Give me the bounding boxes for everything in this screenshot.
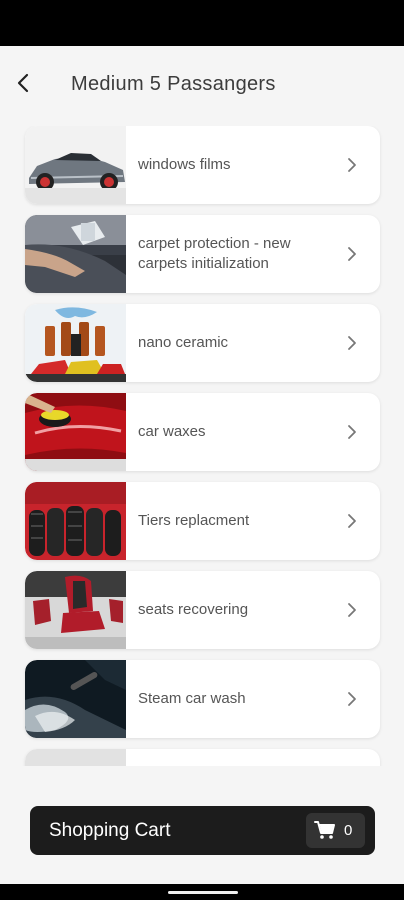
partially-visible-photo: [25, 749, 126, 766]
cart-count-badge[interactable]: 0: [306, 813, 365, 848]
steam-wash-photo: [25, 660, 126, 738]
chevron-right-icon: [342, 333, 362, 353]
service-item-carpet-protection[interactable]: carpet protection - new carpets initiali…: [25, 215, 380, 293]
page-title: Medium 5 Passangers: [71, 73, 276, 95]
carpet-treatment-photo: [25, 215, 126, 293]
service-item-tiers-replacment[interactable]: Tiers replacment: [25, 482, 380, 560]
chevron-right-icon: [342, 244, 362, 264]
service-item-windows-films[interactable]: windows films: [25, 126, 380, 204]
service-label: [138, 749, 338, 766]
service-label: seats recovering: [138, 601, 249, 618]
service-label: car waxes: [138, 423, 206, 440]
car-polishing-photo: [25, 393, 126, 471]
service-label: carpet protection - new carpets initiali…: [138, 235, 291, 272]
system-nav-bar: [0, 884, 404, 900]
arrow-left-icon: [17, 73, 29, 93]
service-item-seats-recovering[interactable]: seats recovering: [25, 571, 380, 649]
service-item-car-waxes[interactable]: car waxes: [25, 393, 380, 471]
cart-count: 0: [344, 822, 353, 839]
app-header: Medium 5 Passangers: [0, 46, 404, 122]
chevron-right-icon: [342, 155, 362, 175]
screen: Medium 5 Passangers windows films carpet…: [0, 46, 404, 884]
cart-label: Shopping Cart: [49, 819, 171, 841]
service-item-nano-ceramic[interactable]: nano ceramic: [25, 304, 380, 382]
shopping-cart-icon: [314, 821, 335, 839]
back-button[interactable]: [10, 70, 36, 96]
service-list[interactable]: windows films carpet protection - new ca…: [0, 126, 404, 766]
status-bar: [0, 0, 404, 46]
ceramic-bottles-photo: [25, 304, 126, 382]
service-item-partial[interactable]: [25, 749, 380, 766]
service-label: Steam car wash: [138, 690, 246, 707]
service-label: Tiers replacment: [138, 512, 250, 529]
chevron-right-icon: [342, 600, 362, 620]
chevron-right-icon: [342, 422, 362, 442]
car-seats-photo: [25, 571, 126, 649]
chevron-right-icon: [342, 511, 362, 531]
tires-photo: [25, 482, 126, 560]
service-label: windows films: [138, 156, 231, 173]
chevron-right-icon: [342, 689, 362, 709]
shopping-cart-button[interactable]: Shopping Cart 0: [30, 806, 375, 855]
service-label: nano ceramic: [138, 334, 229, 351]
service-item-steam-car-wash[interactable]: Steam car wash: [25, 660, 380, 738]
sports-car-photo: [25, 126, 126, 204]
home-indicator[interactable]: [168, 891, 238, 894]
